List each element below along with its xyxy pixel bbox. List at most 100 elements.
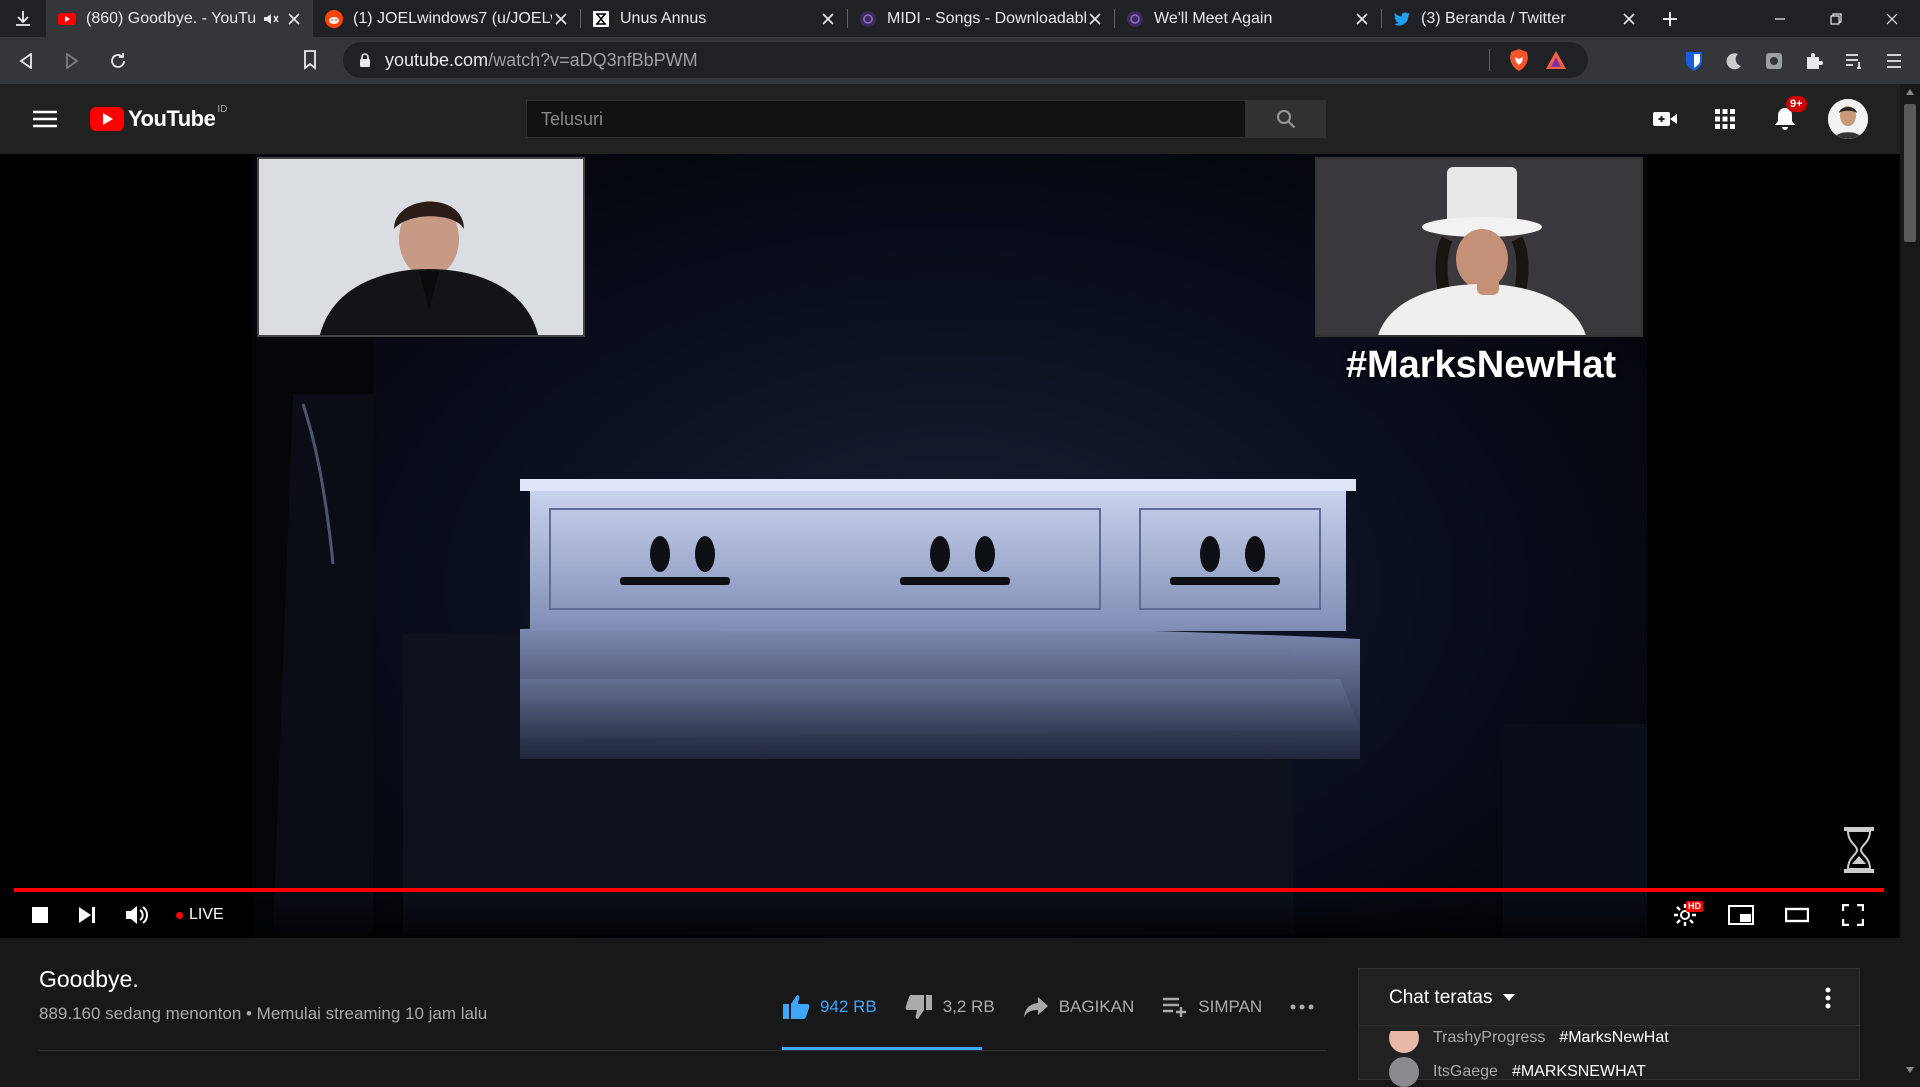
- hashtag-overlay-text: #MarksNewHat: [1345, 344, 1617, 386]
- logo-wordmark: YouTube: [128, 106, 216, 131]
- fullscreen-button[interactable]: [1836, 898, 1870, 932]
- save-label: SIMPAN: [1198, 997, 1263, 1016]
- apps-button[interactable]: [1708, 102, 1742, 136]
- close-icon[interactable]: [1620, 10, 1638, 28]
- stop-button[interactable]: [30, 898, 50, 932]
- downloads-button[interactable]: [0, 0, 46, 37]
- browser-menu-button[interactable]: [1880, 47, 1908, 75]
- stop-icon: [32, 907, 48, 923]
- create-video-button[interactable]: [1648, 102, 1682, 136]
- lock-icon[interactable]: [357, 52, 373, 68]
- share-button[interactable]: BAGIKAN: [1023, 996, 1135, 1018]
- tab-youtube[interactable]: (860) Goodbye. - YouTube: [46, 0, 313, 37]
- chat-text: #MARKSNEWHAT: [1511, 1063, 1646, 1080]
- forward-button[interactable]: [52, 41, 92, 81]
- bitwarden-extension[interactable]: [1680, 47, 1708, 75]
- tab-title: (3) Beranda / Twitter: [1421, 9, 1566, 27]
- screen-extension[interactable]: [1760, 47, 1788, 75]
- notifications-button[interactable]: 9+: [1768, 96, 1807, 136]
- brave-rewards-button[interactable]: [1544, 49, 1568, 71]
- close-icon[interactable]: [819, 10, 837, 28]
- chat-menu-button[interactable]: [1825, 987, 1831, 1009]
- chat-avatar: [1389, 1057, 1419, 1087]
- chat-message[interactable]: ItsGaege #MARKSNEWHAT: [1389, 1057, 1646, 1087]
- rewards-triangle-icon: [1546, 51, 1566, 69]
- live-indicator[interactable]: LIVE: [176, 898, 224, 932]
- minimize-button[interactable]: [1752, 0, 1808, 37]
- youtube-logo[interactable]: YouTube ID: [90, 104, 228, 132]
- more-actions-button[interactable]: [1290, 1004, 1314, 1010]
- country-code: ID: [217, 104, 228, 115]
- live-dot: [176, 911, 183, 919]
- unus-annus-icon: [592, 10, 610, 28]
- back-button[interactable]: [6, 41, 46, 81]
- close-icon[interactable]: [552, 10, 570, 28]
- info-divider: [39, 1050, 1327, 1051]
- dislike-count: 3,2 RB: [942, 997, 995, 1016]
- video-player[interactable]: #MarksNewHat LIVE HD: [0, 154, 1900, 938]
- fullscreen-icon: [1842, 904, 1864, 926]
- chat-text: #MarksNewHat: [1559, 1029, 1669, 1046]
- restore-button[interactable]: [1808, 0, 1864, 37]
- tab-title: Unus Annus: [620, 9, 707, 27]
- moon-icon: [1726, 52, 1741, 69]
- tab-audio-icon[interactable]: [263, 12, 279, 26]
- address-bar[interactable]: youtube.com/watch?v=aDQ3nfBbPWM: [343, 42, 1588, 78]
- mute-button[interactable]: [124, 898, 150, 932]
- chat-mode-dropdown[interactable]: Chat teratas: [1389, 987, 1515, 1009]
- search-icon: [1277, 110, 1296, 129]
- close-icon[interactable]: [285, 10, 303, 28]
- youtube-icon: [58, 10, 76, 28]
- playlist-add-icon: [1163, 997, 1187, 1017]
- new-tab-button[interactable]: [1648, 0, 1692, 37]
- tab-title: We'll Meet Again: [1154, 9, 1273, 27]
- right-webcam-overlay: [1315, 157, 1643, 337]
- dislike-button[interactable]: 3,2 RB: [905, 994, 995, 1020]
- tab-unus-annus[interactable]: Unus Annus: [580, 0, 847, 37]
- bookmark-button[interactable]: [296, 45, 324, 73]
- thumbs-up-icon: [783, 995, 810, 1019]
- url-path: /watch?v=aDQ3nfBbPWM: [488, 49, 698, 70]
- avatar[interactable]: [1828, 99, 1868, 139]
- video-info-section: Goodbye. 889.160 sedang menonton • Memul…: [0, 938, 1900, 1087]
- tab-well-meet-again[interactable]: We'll Meet Again: [1114, 0, 1381, 37]
- more-horizontal-icon: [1290, 1004, 1314, 1010]
- youtube-play-icon: [90, 107, 124, 131]
- extensions-button[interactable]: [1800, 47, 1828, 75]
- close-window-button[interactable]: [1864, 0, 1920, 37]
- scroll-thumb[interactable]: [1904, 104, 1916, 242]
- reload-icon: [111, 52, 125, 68]
- person-in-top-hat-image: [1317, 159, 1641, 335]
- reddit-icon: [325, 9, 343, 28]
- skip-next-icon: [79, 907, 95, 923]
- midi-icon: [859, 10, 877, 28]
- share-label: BAGIKAN: [1058, 997, 1135, 1016]
- search-button[interactable]: [1246, 100, 1326, 138]
- chat-header-label: Chat teratas: [1389, 987, 1493, 1008]
- tab-twitter[interactable]: (3) Beranda / Twitter: [1381, 0, 1648, 37]
- reload-button[interactable]: [98, 41, 138, 81]
- tab-reddit[interactable]: (1) JOELwindows7 (u/JOELwindows7): [313, 0, 580, 37]
- guide-button[interactable]: [28, 106, 62, 132]
- tab-midi-songs[interactable]: MIDI - Songs - Downloadable: [847, 0, 1114, 37]
- media-control-button[interactable]: [1840, 47, 1868, 75]
- like-count: 942 RB: [820, 997, 877, 1016]
- dark-reader-extension[interactable]: [1720, 47, 1748, 75]
- like-button[interactable]: 942 RB: [782, 994, 877, 1020]
- page-scrollbar[interactable]: [1900, 84, 1920, 1080]
- screen-icon: [1766, 52, 1782, 69]
- next-button[interactable]: [76, 898, 98, 932]
- chat-message[interactable]: TrashyProgress #MarksNewHat: [1389, 1029, 1669, 1053]
- shield-icon: [1686, 51, 1702, 71]
- miniplayer-button[interactable]: [1724, 898, 1758, 932]
- save-button[interactable]: SIMPAN: [1162, 996, 1262, 1018]
- video-title: Goodbye.: [39, 966, 139, 992]
- settings-button[interactable]: HD: [1668, 898, 1703, 932]
- back-arrow-icon: [19, 52, 32, 69]
- search-input[interactable]: [526, 100, 1246, 138]
- brave-shields-button[interactable]: [1508, 48, 1530, 72]
- theater-icon: [1785, 907, 1809, 923]
- theater-mode-button[interactable]: [1780, 898, 1814, 932]
- close-icon[interactable]: [1086, 10, 1104, 28]
- close-icon[interactable]: [1353, 10, 1371, 28]
